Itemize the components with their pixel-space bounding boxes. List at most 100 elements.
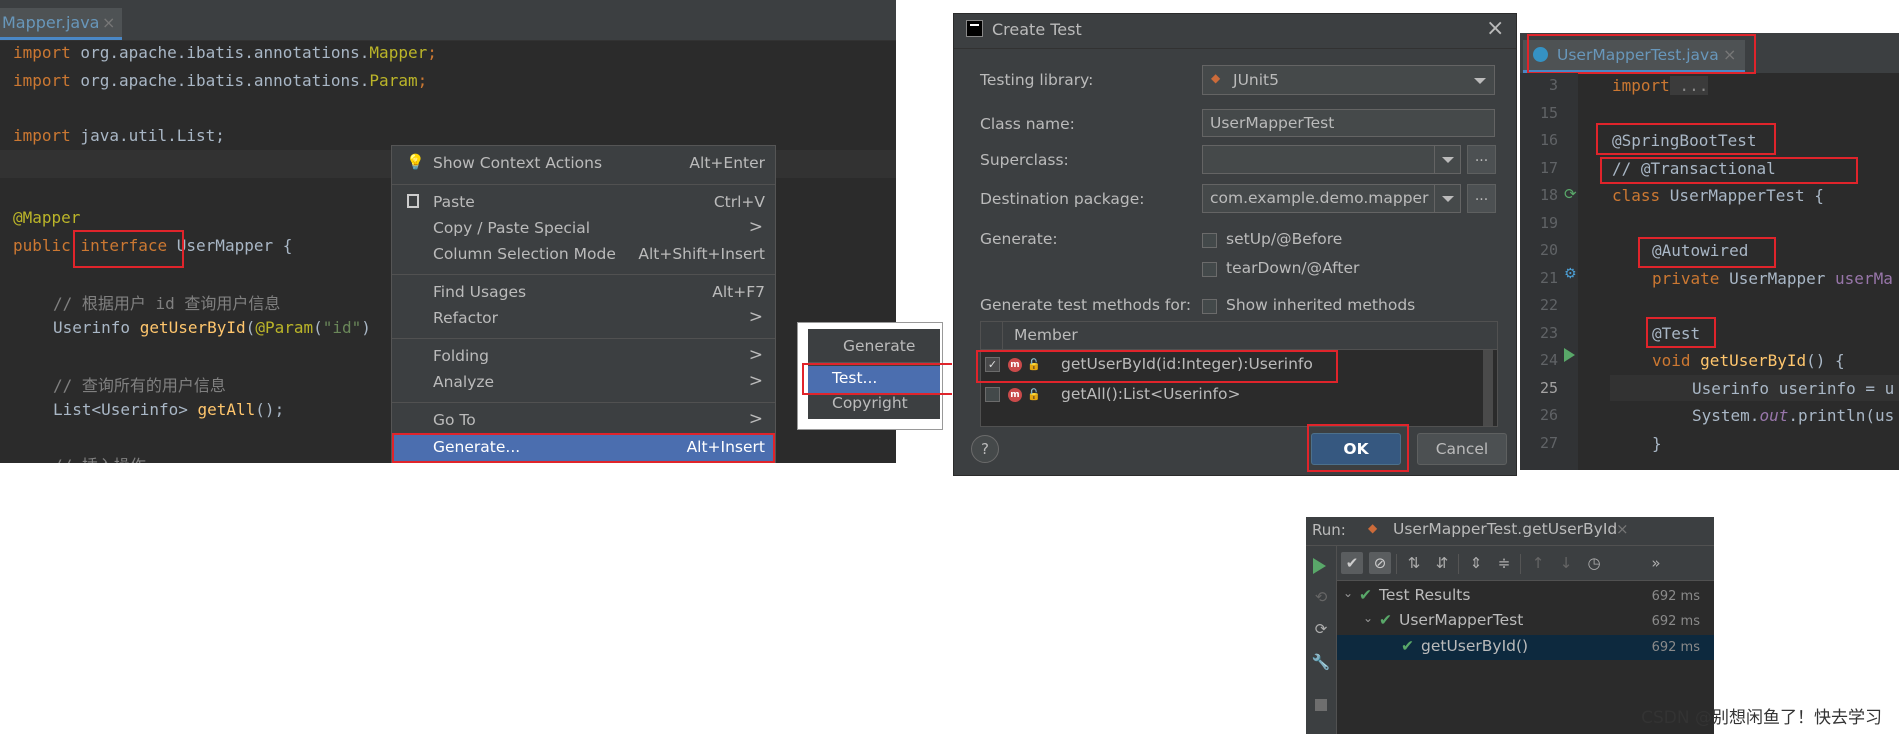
- menu-item-show-context-actions[interactable]: 💡 Show Context Actions Alt+Enter: [392, 151, 775, 177]
- close-icon[interactable]: ×: [1723, 45, 1736, 64]
- destination-package-label: Destination package:: [980, 190, 1145, 208]
- rerun-icon[interactable]: [1313, 558, 1326, 574]
- menu-item-generate[interactable]: Generate... Alt+Insert: [392, 435, 775, 462]
- show-inherited-checkbox[interactable]: [1202, 299, 1217, 314]
- tree-time: 692 ms: [1651, 640, 1700, 655]
- menu-item-analyze[interactable]: Analyze >: [392, 370, 775, 396]
- generate-title: Generate: [808, 332, 940, 363]
- toggle-auto-test-icon[interactable]: ⟳: [1310, 618, 1332, 640]
- help-button[interactable]: ?: [971, 435, 999, 463]
- line-number: 18: [1539, 186, 1558, 204]
- menu-item-refactor[interactable]: Refactor >: [392, 306, 775, 332]
- close-icon[interactable]: ×: [1486, 16, 1504, 41]
- menu-item-go-to[interactable]: Go To >: [392, 408, 775, 434]
- tree-row[interactable]: ⌄ ✔ UserMapperTest 692 ms: [1337, 610, 1714, 634]
- class-name-input[interactable]: UserMapperTest: [1202, 109, 1495, 137]
- cancel-button[interactable]: Cancel: [1417, 433, 1507, 465]
- sort-alpha-icon[interactable]: ⇅: [1403, 552, 1425, 574]
- code-line: @Test: [1652, 324, 1701, 343]
- tree-row-selected[interactable]: ✔ getUserById() 692 ms: [1337, 635, 1714, 660]
- line-number: 25: [1539, 379, 1558, 397]
- menu-separator: [392, 338, 775, 339]
- member-checkbox[interactable]: ✓: [985, 357, 1000, 372]
- run-tab-label[interactable]: UserMapperTest.getUserById: [1393, 520, 1617, 538]
- tree-row[interactable]: ⌄ ✔ Test Results 692 ms: [1337, 585, 1714, 609]
- tree-label: UserMapperTest: [1399, 611, 1524, 629]
- destination-browse-button[interactable]: ...: [1467, 184, 1496, 213]
- generate-item-copyright[interactable]: Copyright: [808, 391, 940, 419]
- tab-label: Mapper.java: [2, 13, 100, 32]
- table-scrollbar[interactable]: [1483, 350, 1493, 426]
- close-icon[interactable]: ×: [102, 13, 115, 32]
- rerun-failed-icon[interactable]: ⟲: [1310, 586, 1332, 608]
- run-test-icon[interactable]: [1564, 348, 1575, 362]
- ok-button[interactable]: OK: [1311, 433, 1401, 465]
- code-line: import java.util.List;: [13, 126, 225, 145]
- code-line: import org.apache.ibatis.annotations.Par…: [13, 71, 428, 90]
- watermark: CSDN @别想闲鱼了！快去学习: [1641, 708, 1882, 728]
- member-checkbox[interactable]: [985, 387, 1000, 402]
- menu-item-paste[interactable]: Paste Ctrl+V: [392, 190, 775, 216]
- junit-icon: ◆: [1211, 71, 1221, 85]
- next-failed-icon[interactable]: ↓: [1555, 552, 1577, 574]
- table-row[interactable]: ✓ m 🔓 getUserById(id:Integer):Userinfo: [981, 350, 1481, 380]
- destination-package-input[interactable]: com.example.demo.mapper: [1202, 184, 1461, 213]
- tree-label: Test Results: [1379, 586, 1471, 604]
- clipboard-icon: [407, 194, 419, 208]
- collapse-all-icon[interactable]: ≑: [1493, 552, 1515, 574]
- wrench-icon[interactable]: 🔧: [1310, 651, 1332, 673]
- stop-icon[interactable]: [1315, 699, 1327, 711]
- menu-item-column-selection-mode[interactable]: Column Selection Mode Alt+Shift+Insert: [392, 242, 775, 268]
- check-icon: ✔: [1359, 586, 1372, 604]
- members-table: Member ✓ m 🔓 getUserById(id:Integer):Use…: [980, 321, 1498, 427]
- testing-library-select[interactable]: ◆ JUnit5: [1202, 65, 1495, 95]
- line-number: 27: [1539, 434, 1558, 452]
- sort-duration-icon[interactable]: ⇵: [1431, 552, 1453, 574]
- expand-all-icon[interactable]: ⇕: [1465, 552, 1487, 574]
- chevron-down-icon: [1442, 157, 1454, 163]
- code-comment: // 插入操作: [53, 452, 146, 463]
- tab-mapper-java[interactable]: Mapper.java ×: [0, 8, 122, 40]
- dialog-title: Create Test: [992, 20, 1082, 39]
- submenu-arrow-icon: >: [748, 307, 763, 327]
- close-icon[interactable]: ×: [1616, 520, 1629, 538]
- tab-usermappertest-java[interactable]: UserMapperTest.java ×: [1523, 40, 1745, 73]
- superclass-dropdown[interactable]: [1434, 146, 1460, 173]
- more-icon[interactable]: »: [1645, 552, 1667, 574]
- show-ignored-icon[interactable]: ⊘: [1369, 552, 1391, 574]
- member-label: getAll():List<Userinfo>: [1061, 385, 1241, 403]
- teardown-checkbox[interactable]: [1202, 262, 1217, 277]
- member-header: Member: [1014, 326, 1078, 344]
- table-row[interactable]: m 🔓 getAll():List<Userinfo>: [981, 380, 1481, 410]
- run-gutter-icon[interactable]: ⟳: [1564, 185, 1577, 203]
- menu-item-copy-paste-special[interactable]: Copy / Paste Special >: [392, 216, 775, 242]
- code-line: class UserMapperTest {: [1612, 186, 1824, 205]
- destination-dropdown[interactable]: [1434, 185, 1460, 212]
- show-passed-icon[interactable]: ✔: [1341, 552, 1363, 574]
- bean-gutter-icon[interactable]: ⚙: [1564, 266, 1577, 282]
- code-line: public interface UserMapper {: [13, 236, 293, 255]
- superclass-input[interactable]: [1202, 145, 1461, 174]
- code-line: List<Userinfo> getAll();: [53, 400, 285, 419]
- menu-item-find-usages[interactable]: Find Usages Alt+F7: [392, 280, 775, 306]
- line-number: 16: [1539, 131, 1558, 149]
- bulb-icon: 💡: [406, 153, 425, 171]
- line-number: 20: [1539, 241, 1558, 259]
- dialog-title-bar: Create Test ×: [954, 14, 1516, 49]
- previous-failed-icon[interactable]: ↑: [1527, 552, 1549, 574]
- line-number: 3: [1548, 76, 1558, 94]
- run-label: Run:: [1312, 521, 1346, 539]
- code-line: }: [1652, 434, 1662, 453]
- superclass-browse-button[interactable]: ...: [1467, 145, 1496, 174]
- teardown-label: tearDown/@After: [1226, 259, 1360, 277]
- chevron-down-icon: [1474, 78, 1486, 84]
- chevron-down-icon: ⌄: [1363, 611, 1374, 625]
- menu-item-folding[interactable]: Folding >: [392, 344, 775, 370]
- test-editor-panel: UserMapperTest.java × 3 15 16 17 18 19 2…: [1520, 33, 1899, 470]
- run-header: Run: ◆ UserMapperTest.getUserById ×: [1306, 517, 1714, 546]
- generate-item-test[interactable]: Test...: [808, 366, 940, 394]
- code-comment: // @Transactional: [1612, 159, 1776, 178]
- method-icon: m: [1008, 388, 1022, 402]
- setup-checkbox[interactable]: [1202, 233, 1217, 248]
- history-icon[interactable]: ◷: [1583, 552, 1605, 574]
